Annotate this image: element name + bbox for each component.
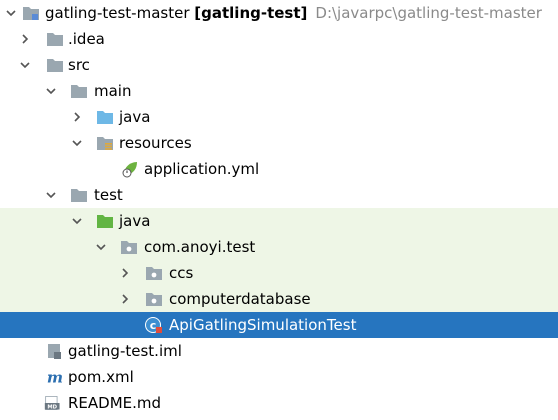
tree-row-pom[interactable]: m pom.xml: [0, 364, 558, 390]
iml-file-icon: [46, 342, 64, 360]
tree-row-ccs[interactable]: ccs: [0, 260, 558, 286]
tree-item-label: ApiGatlingSimulationTest: [169, 316, 357, 334]
svg-text:c: c: [150, 319, 157, 332]
tree-row-root[interactable]: gatling-test-master [gatling-test] D:\jav…: [0, 0, 558, 26]
spring-yml-icon: [121, 160, 139, 178]
tree-row-main[interactable]: main: [0, 78, 558, 104]
maven-icon: m: [46, 368, 64, 386]
tree-row-main-java[interactable]: java: [0, 104, 558, 130]
folder-icon: [70, 186, 88, 204]
chevron-down-icon[interactable]: [70, 136, 84, 150]
folder-icon: [46, 30, 64, 48]
folder-icon: [70, 82, 88, 100]
chevron-right-icon[interactable]: [118, 292, 132, 306]
module-folder-icon: [22, 4, 40, 22]
tree-row-src[interactable]: src: [0, 52, 558, 78]
tree-item-label: application.yml: [144, 160, 260, 178]
chevron-right-icon[interactable]: [70, 110, 84, 124]
source-folder-icon: [96, 108, 114, 126]
tree-item-label: src: [68, 56, 90, 74]
svg-text:MD: MD: [47, 404, 57, 410]
chevron-down-icon[interactable]: [4, 6, 18, 20]
tree-item-label: pom.xml: [68, 368, 134, 386]
tree-item-label: main: [94, 82, 132, 100]
tree-item-label: com.anoyi.test: [144, 238, 256, 256]
tree-item-label: resources: [119, 134, 192, 152]
chevron-down-icon[interactable]: [44, 188, 58, 202]
chevron-right-icon[interactable]: [118, 266, 132, 280]
tree-item-label: computerdatabase: [169, 290, 311, 308]
tree-item-label: .idea: [68, 30, 105, 48]
tree-row-application-yml[interactable]: application.yml: [0, 156, 558, 182]
test-source-folder-icon: [96, 212, 114, 230]
scala-class-icon: c: [145, 316, 163, 334]
tree-row-package-root[interactable]: com.anoyi.test: [0, 234, 558, 260]
root-name: gatling-test-master: [45, 4, 190, 22]
resources-folder-icon: [96, 134, 114, 152]
tree-item-label: test: [94, 186, 123, 204]
chevron-down-icon[interactable]: [44, 84, 58, 98]
markdown-icon: MD: [44, 394, 62, 412]
root-path: D:\javarpc\gatling-test-master: [315, 4, 542, 22]
tree-row-test[interactable]: test: [0, 182, 558, 208]
tree-item-label: java: [119, 212, 151, 230]
tree-row-computerdatabase[interactable]: computerdatabase: [0, 286, 558, 312]
package-icon: [145, 290, 163, 308]
tree-item-label: java: [119, 108, 151, 126]
chevron-right-icon[interactable]: [18, 32, 32, 46]
tree-row-idea[interactable]: .idea: [0, 26, 558, 52]
tree-item-label: gatling-test.iml: [68, 342, 182, 360]
tree-row-resources[interactable]: resources: [0, 130, 558, 156]
folder-icon: [46, 56, 64, 74]
tree-row-api-gatling-simulation-test[interactable]: c ApiGatlingSimulationTest: [0, 312, 558, 338]
root-module: [gatling-test]: [194, 4, 308, 22]
svg-text:m: m: [47, 368, 63, 386]
tree-row-readme[interactable]: MD README.md: [0, 390, 558, 416]
chevron-down-icon[interactable]: [70, 214, 84, 228]
package-icon: [120, 238, 138, 256]
chevron-down-icon[interactable]: [94, 240, 108, 254]
tree-item-label: README.md: [68, 394, 162, 412]
tree-row-iml[interactable]: gatling-test.iml: [0, 338, 558, 364]
chevron-down-icon[interactable]: [18, 58, 32, 72]
tree-row-test-java[interactable]: java: [0, 208, 558, 234]
tree-item-label: ccs: [169, 264, 194, 282]
package-icon: [145, 264, 163, 282]
